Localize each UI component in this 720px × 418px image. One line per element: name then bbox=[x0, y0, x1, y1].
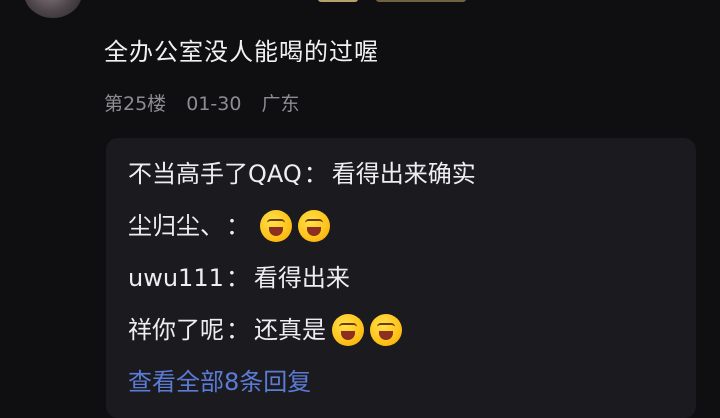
reply-box: 不当高手了QAQ ： 看得出来确实 尘归尘、 ： uwu111 ： 看得出来 祥… bbox=[106, 138, 696, 418]
reply-author[interactable]: 不当高手了QAQ bbox=[128, 156, 302, 192]
avatar[interactable] bbox=[24, 0, 82, 18]
view-all-replies-link[interactable]: 查看全部8条回复 bbox=[128, 364, 311, 400]
laughing-emoji-icon bbox=[370, 314, 402, 346]
top-strip bbox=[0, 0, 720, 20]
reply-author[interactable]: uwu111 bbox=[128, 260, 224, 296]
comment-meta: 第25楼 01-30 广东 bbox=[104, 90, 314, 118]
reply-separator: ： bbox=[225, 264, 250, 292]
reply-item[interactable]: uwu111 ： 看得出来 bbox=[128, 260, 350, 296]
floor-number: 第25楼 bbox=[104, 93, 167, 115]
reply-separator: ： bbox=[226, 212, 250, 240]
user-badge bbox=[318, 0, 358, 2]
comment-date: 01-30 bbox=[186, 93, 242, 115]
reply-text: 还真是 bbox=[254, 316, 326, 344]
comment-location: 广东 bbox=[261, 93, 300, 115]
laughing-emoji-icon bbox=[298, 210, 330, 242]
laughing-emoji-icon bbox=[332, 314, 364, 346]
reply-text: 看得出来确实 bbox=[331, 160, 476, 188]
comment-text: 全办公室没人能喝的过喔 bbox=[104, 38, 379, 66]
reply-separator: ： bbox=[303, 160, 328, 188]
reply-text: 看得出来 bbox=[253, 264, 350, 292]
user-level-badge bbox=[376, 0, 466, 2]
reply-author[interactable]: 尘归尘、 bbox=[128, 208, 224, 244]
reply-item[interactable]: 不当高手了QAQ ： 看得出来确实 bbox=[128, 156, 476, 192]
laughing-emoji-icon bbox=[260, 210, 292, 242]
reply-item[interactable]: 祥你了呢 ： 还真是 bbox=[128, 312, 402, 348]
reply-item[interactable]: 尘归尘、 ： bbox=[128, 208, 330, 244]
reply-separator: ： bbox=[226, 316, 250, 344]
reply-author[interactable]: 祥你了呢 bbox=[128, 312, 224, 348]
